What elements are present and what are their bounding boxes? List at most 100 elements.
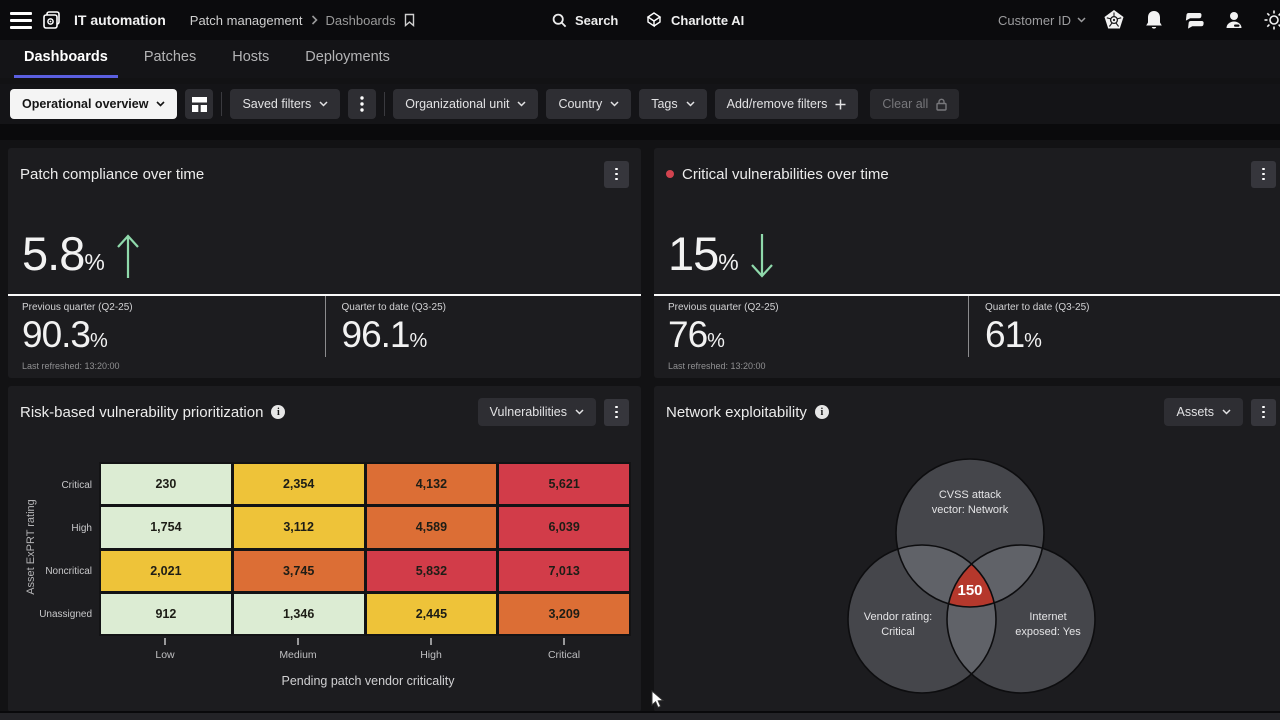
metric-change: 15% [668, 230, 775, 285]
view-selector-dropdown[interactable]: Operational overview [10, 89, 177, 119]
trend-down-icon [749, 232, 775, 285]
kebab-menu-button[interactable] [604, 161, 629, 188]
customer-id-label: Customer ID [998, 13, 1071, 28]
last-refreshed-text: Last refreshed: 13:20:00 [22, 361, 120, 371]
card-critical-vulnerabilities: Critical vulnerabilities over time 15% P… [654, 148, 1280, 378]
venn-diagram[interactable]: 150 [654, 386, 1280, 712]
app-title: IT automation [74, 12, 166, 28]
heatmap-cell[interactable]: 2,445 [367, 594, 497, 634]
heatmap-cell[interactable]: 3,112 [234, 507, 364, 547]
heatmap-cell[interactable]: 6,039 [499, 507, 629, 547]
breadcrumb: Patch management Dashboards [190, 13, 415, 28]
view-selector-label: Operational overview [22, 97, 148, 111]
hamburger-menu-button[interactable] [10, 12, 32, 29]
heatmap-cell[interactable]: 230 [101, 464, 231, 504]
dashboard-layout-button[interactable] [185, 89, 213, 119]
previous-quarter-label: Previous quarter (Q2-25) [22, 302, 325, 313]
search-icon [552, 13, 567, 28]
tick-mark [563, 638, 565, 645]
column-label: Medium [258, 649, 338, 661]
add-remove-filters-button[interactable]: Add/remove filters [715, 89, 859, 119]
pentagon-badge-icon [1102, 8, 1126, 32]
heatmap-cell[interactable]: 1,754 [101, 507, 231, 547]
customer-id-dropdown[interactable]: Customer ID [998, 13, 1086, 28]
heatmap-cell[interactable]: 4,132 [367, 464, 497, 504]
horizontal-scrollbar[interactable] [0, 711, 1280, 720]
chevron-down-icon [1077, 17, 1086, 23]
kebab-menu-button[interactable] [604, 399, 629, 426]
heatmap-cell[interactable]: 3,745 [234, 551, 364, 591]
heatmap-cell[interactable]: 4,589 [367, 507, 497, 547]
support-chat-button[interactable] [1182, 8, 1206, 32]
tab-deployments[interactable]: Deployments [295, 41, 400, 78]
heatmap-cell[interactable]: 7,013 [499, 551, 629, 591]
org-unit-filter-dropdown[interactable]: Organizational unit [393, 89, 538, 119]
country-filter-dropdown[interactable]: Country [546, 89, 631, 119]
card-title: Critical vulnerabilities over time [682, 166, 889, 183]
venn-set-label-vendor: Vendor rating: Critical [850, 610, 946, 640]
kebab-menu-button[interactable] [1251, 161, 1276, 188]
row-label: Noncritical [8, 550, 92, 593]
scope-selector-dropdown[interactable]: Vulnerabilities [478, 398, 596, 426]
info-icon[interactable]: i [271, 405, 285, 419]
chevron-down-icon [517, 101, 526, 107]
bookmark-icon[interactable] [404, 13, 415, 27]
app-logo-icon [42, 10, 62, 30]
kebab-menu-icon [360, 96, 364, 112]
account-button[interactable] [1222, 8, 1246, 32]
card-network-exploitability: Network exploitability i Assets [654, 386, 1280, 712]
tab-hosts[interactable]: Hosts [222, 41, 279, 78]
breadcrumb-item-patch-management[interactable]: Patch management [190, 13, 303, 28]
tab-dashboards[interactable]: Dashboards [14, 41, 118, 78]
tags-label: Tags [651, 97, 677, 111]
tab-patches[interactable]: Patches [134, 41, 206, 78]
last-refreshed-text: Last refreshed: 13:20:00 [668, 361, 766, 371]
quarter-to-date-label: Quarter to date (Q3-25) [985, 302, 1280, 313]
charlotte-ai-icon [645, 11, 663, 29]
quarter-to-date-value: 61 [985, 314, 1024, 355]
card-risk-matrix: Risk-based vulnerability prioritization … [8, 386, 641, 712]
heatmap-cell[interactable]: 3,209 [499, 594, 629, 634]
sun-icon [1263, 9, 1280, 31]
tags-filter-dropdown[interactable]: Tags [639, 89, 706, 119]
filter-bar: Operational overview Saved filters Organ… [0, 84, 1280, 124]
heatmap-cell[interactable]: 1,346 [234, 594, 364, 634]
country-label: Country [558, 97, 602, 111]
org-unit-label: Organizational unit [405, 97, 509, 111]
x-axis-label: Pending patch vendor criticality [138, 674, 598, 688]
heatmap-cell[interactable]: 5,621 [499, 464, 629, 504]
metric-value: 15 [668, 227, 718, 280]
saved-filters-dropdown[interactable]: Saved filters [230, 89, 340, 119]
search-button[interactable]: Search [552, 0, 618, 40]
heatmap-cell[interactable]: 5,832 [367, 551, 497, 591]
clear-all-button[interactable]: Clear all [870, 89, 959, 119]
heatmap-cell[interactable]: 912 [101, 594, 231, 634]
dashboard-grid: Patch compliance over time 5.8% Previous… [0, 140, 1280, 712]
metric-unit: % [718, 249, 738, 275]
theme-toggle-button[interactable] [1262, 8, 1280, 32]
saved-filters-kebab-button[interactable] [348, 89, 376, 119]
charlotte-ai-button[interactable]: Charlotte AI [645, 0, 744, 40]
previous-quarter-value: 76 [668, 314, 707, 355]
alert-dot-icon [666, 170, 674, 178]
top-bar: IT automation Patch management Dashboard… [0, 0, 1280, 40]
scope-selector-label: Vulnerabilities [490, 405, 567, 419]
chevron-down-icon [610, 101, 619, 107]
pentagon-badge-button[interactable] [1102, 8, 1126, 32]
tick-mark [297, 638, 299, 645]
dashboard-layout-icon [192, 97, 207, 112]
quarter-to-date-value: 96.1 [342, 314, 410, 355]
trend-up-icon [115, 232, 141, 285]
app-window: IT automation Patch management Dashboard… [0, 0, 1280, 720]
notifications-button[interactable] [1142, 8, 1166, 32]
support-chat-icon [1183, 10, 1205, 30]
row-label: Critical [8, 464, 92, 507]
section-divider [0, 124, 1280, 140]
chevron-down-icon [156, 101, 165, 107]
saved-filters-label: Saved filters [242, 97, 311, 111]
divider [221, 92, 222, 116]
heatmap-cell[interactable]: 2,021 [101, 551, 231, 591]
chevron-down-icon [686, 101, 695, 107]
heatmap-cell[interactable]: 2,354 [234, 464, 364, 504]
heatmap: 230 2,354 4,132 5,621 1,754 3,112 4,589 … [99, 462, 631, 636]
